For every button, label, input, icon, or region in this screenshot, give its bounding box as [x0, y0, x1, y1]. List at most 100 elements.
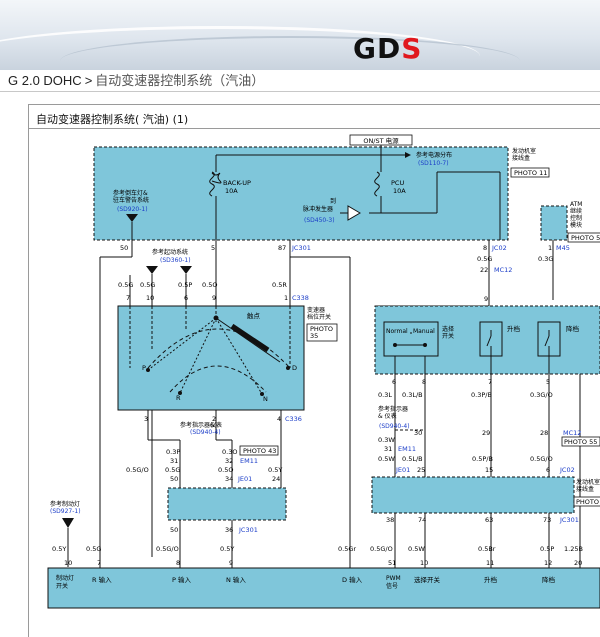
- bottom-wire-10: 1.25B: [564, 545, 583, 553]
- inh-wire-2: 0.5G: [140, 281, 155, 289]
- wiring-diagram: ON/ST 电源 发动机室 接线盒 PHOTO 11 参考电源分布 (SD110…: [47, 134, 600, 609]
- sel-pin-25: 25: [417, 466, 425, 474]
- bottom-pin-10b: 10: [420, 559, 428, 567]
- pcu-label-p: P 输入: [172, 575, 191, 584]
- conn-jc301-bottom: JC301: [559, 516, 579, 524]
- photo-lower-label: PHOTO: [576, 498, 599, 506]
- bottom-wire-4: 0.5Y: [220, 545, 234, 553]
- sel-pin-6-low: 6: [546, 466, 550, 474]
- sel-pin-31: 31: [384, 445, 392, 453]
- sel-ref-meter: 参考指示器 & 仪表: [378, 405, 410, 420]
- ref-power-label: 参考电源分布: [416, 151, 452, 159]
- cluster-pin-50: 50: [170, 475, 178, 483]
- mc12-pin: 22: [480, 266, 488, 274]
- cluster-pin-36-low: 36: [225, 526, 233, 534]
- bottom-wire-1: 0.5Y: [52, 545, 66, 553]
- sel-pin-8: 8: [422, 378, 426, 386]
- bottom-pin-7: 7: [97, 559, 101, 567]
- conn-jc301-top: JC301: [291, 244, 311, 252]
- inh-wire-4: 0.5O: [202, 281, 217, 289]
- ref-meter-label: 参考指示器& 仪表: [180, 421, 222, 429]
- atm-module-box: [540, 205, 568, 241]
- photo-55-label: PHOTO 55: [564, 438, 597, 446]
- ref-pulse-line-2: 脉冲发生器: [303, 205, 333, 213]
- cluster-junction-box: [167, 487, 287, 521]
- pin-50-top: 50: [120, 244, 128, 252]
- conn-mc12-top: MC12: [494, 266, 512, 274]
- sel-wire-0.3lb: 0.3L/B: [402, 391, 423, 399]
- bottom-wire-2: 0.5G: [86, 545, 101, 553]
- inh-pin-1: 1: [284, 294, 288, 302]
- inhibitor-label-line-2: 档位开关: [307, 313, 331, 321]
- pcu-label-up: 升档: [484, 575, 497, 584]
- inh-wire-1: 0.5G: [118, 281, 133, 289]
- inh-pin-9: 9: [212, 294, 216, 302]
- inh-wire-5: 0.5R: [272, 281, 287, 289]
- photo-5-label: PHOTO 5: [571, 234, 600, 242]
- bottom-wire-9: 0.5P: [540, 545, 554, 553]
- conn-je01-cluster: JE01: [237, 475, 252, 483]
- pcu-box: [47, 567, 600, 609]
- bottom-wire-6: 0.5G/O: [370, 545, 393, 553]
- m45-wire: 0.3G: [538, 255, 553, 263]
- bottom-wire-7: 0.5W: [408, 545, 425, 553]
- ref-pulse-line-1: 到: [330, 198, 336, 205]
- pcu-label-n: N 输入: [226, 575, 246, 584]
- bottom-pin-11: 11: [486, 559, 494, 567]
- fuse-backup-rating: 10A: [225, 187, 238, 195]
- bottom-pin-12: 12: [544, 559, 552, 567]
- atm-line-3: 控制: [570, 214, 582, 222]
- lower-junction-line-2: 接线盒: [576, 485, 594, 493]
- contact-label: 触点: [247, 311, 261, 320]
- junction-box-label: 发动机室 接线盒: [512, 147, 538, 162]
- pos-p: P: [142, 364, 146, 372]
- mode-normal: Normal: [386, 328, 408, 335]
- pcu-label-down: 降档: [542, 575, 555, 584]
- sel-wire-0.5pb: 0.5P/B: [472, 455, 493, 463]
- pin-5-top: 5: [211, 244, 215, 252]
- bottom-pin-38: 38: [386, 516, 394, 524]
- junction-box-line-2: 接线盒: [512, 154, 530, 162]
- cluster-pin-31: 31: [170, 457, 178, 465]
- ref-brake-bottom: 参考制动灯: [50, 500, 80, 508]
- bottom-pin-10: 10: [64, 559, 72, 567]
- cluster-wire-mid-mid: 0.5O: [218, 466, 233, 474]
- cluster-pin-34: 34: [225, 475, 233, 483]
- conn-jc02-sel: JC02: [559, 466, 575, 474]
- ref-meter-line-2: 仪表: [210, 421, 222, 429]
- conn-m45: M45: [556, 244, 570, 252]
- selector-pin-9: 9: [484, 295, 488, 303]
- sel-pin-15: 15: [485, 466, 493, 474]
- conn-em11-sel: EM11: [398, 445, 416, 453]
- cluster-pin-50-low: 50: [170, 526, 178, 534]
- pcu-label-select: 选择开关: [414, 575, 441, 584]
- conn-jc301-low: JC301: [238, 526, 258, 534]
- fuse-backup-name: BACK-UP: [223, 179, 251, 187]
- downshift-label: 降档: [566, 324, 579, 333]
- pcu-label-r: R 输入: [92, 575, 112, 584]
- pos-n: N: [263, 395, 268, 403]
- conn-em11-cluster: EM11: [240, 457, 258, 465]
- sel-ref-meter-line-1: 参考指示器: [378, 405, 408, 413]
- cluster-wire-left: 0.3P: [166, 448, 180, 456]
- atm-line-1: ATM: [570, 201, 582, 208]
- bottom-wire-5: 0.5Gr: [338, 545, 356, 553]
- sel-pin-30: 30: [414, 429, 422, 437]
- pcu-pwm-line-1: PWM: [386, 575, 401, 582]
- pos-r: R: [176, 394, 181, 402]
- conn-mc12-sel: MC12: [563, 429, 581, 437]
- bottom-pin-20: 20: [574, 559, 582, 567]
- ref-brake-label: 参考倒车灯& 驻车警告系统: [113, 189, 150, 204]
- atm-label: ATM 继续 控制 模块: [570, 201, 584, 229]
- ref-brake-code: (SD920-1): [117, 206, 148, 213]
- mode-manual: Manual: [413, 328, 435, 335]
- sel-wire-0.3pb: 0.3P/B: [471, 391, 492, 399]
- ref-power-code: (SD110-7): [418, 160, 449, 167]
- select-label-line-2: 开关: [442, 332, 454, 340]
- sel-wire-0.5go: 0.5G/O: [530, 455, 553, 463]
- atm-line-4: 模块: [570, 221, 582, 229]
- conn-c338: C338: [292, 294, 309, 302]
- conn-jc02-top: JC02: [491, 244, 507, 252]
- junction-box-line-1: 发动机室: [512, 147, 536, 155]
- cluster-wire-far-left: 0.5G/O: [126, 466, 149, 474]
